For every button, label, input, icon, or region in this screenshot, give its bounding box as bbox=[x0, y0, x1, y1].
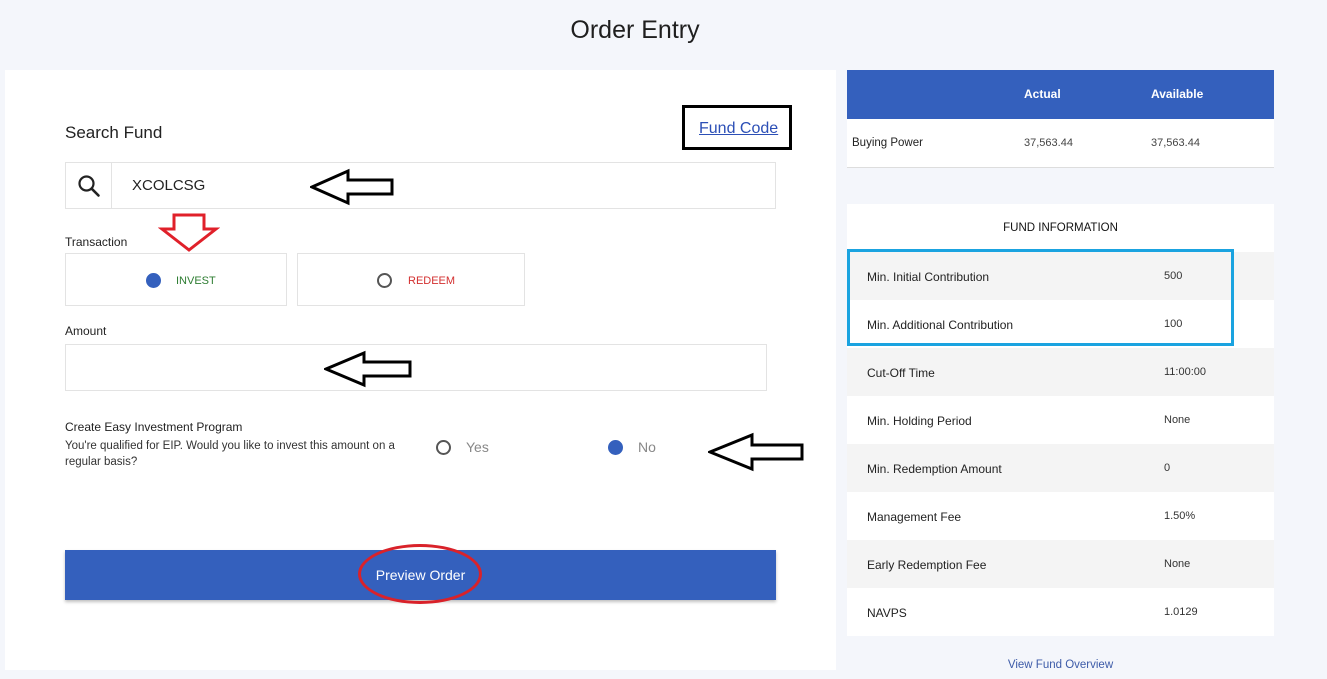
redeem-label: REDEEM bbox=[408, 275, 456, 287]
fund-info-label: Min. Additional Contribution bbox=[867, 318, 1014, 332]
fund-info-label: Management Fee bbox=[867, 510, 962, 524]
eip-description: You're qualified for EIP. Would you like… bbox=[65, 440, 395, 468]
fund-info-label: Early Redemption Fee bbox=[867, 558, 987, 572]
fund-info-row: NAVPS 1.0129 bbox=[847, 588, 1274, 636]
fund-info-value: 0 bbox=[1164, 462, 1171, 474]
search-icon[interactable] bbox=[66, 163, 112, 208]
view-fund-overview-link[interactable]: View Fund Overview bbox=[847, 659, 1274, 671]
fund-info-value: None bbox=[1164, 414, 1191, 426]
amount-field[interactable] bbox=[65, 344, 767, 391]
buying-power-available: 37,563.44 bbox=[1151, 137, 1200, 149]
fund-info-row: Early Redemption Fee None bbox=[847, 540, 1274, 588]
invest-radio[interactable] bbox=[146, 273, 161, 288]
invest-label: INVEST bbox=[176, 275, 216, 287]
fund-info-label: Cut-Off Time bbox=[867, 366, 935, 380]
fund-info-row: Min. Initial Contribution 500 bbox=[847, 252, 1274, 300]
fund-info-row: Min. Additional Contribution 100 bbox=[847, 300, 1274, 348]
redeem-radio[interactable] bbox=[377, 273, 392, 288]
fund-info-label: NAVPS bbox=[867, 606, 907, 620]
eip-no-label[interactable]: No bbox=[638, 439, 656, 455]
fund-info-value: 500 bbox=[1164, 270, 1183, 282]
search-fund-title: Search Fund bbox=[65, 123, 163, 142]
fund-information-title: FUND INFORMATION bbox=[1003, 222, 1118, 234]
fund-info-value: 100 bbox=[1164, 318, 1183, 330]
amount-label: Amount bbox=[65, 324, 107, 338]
invest-option[interactable]: INVEST bbox=[65, 253, 287, 306]
fund-info-row: Cut-Off Time 11:00:00 bbox=[847, 348, 1274, 396]
fund-info-row: Min. Redemption Amount 0 bbox=[847, 444, 1274, 492]
fund-code-link[interactable]: Fund Code bbox=[699, 120, 778, 138]
fund-search-input[interactable] bbox=[113, 163, 773, 208]
fund-info-label: Min. Holding Period bbox=[867, 414, 972, 428]
buying-power-row: Buying Power 37,563.44 37,563.44 bbox=[847, 119, 1274, 168]
fund-info-row: Management Fee 1.50% bbox=[847, 492, 1274, 540]
amount-input[interactable] bbox=[66, 345, 766, 390]
eip-yes-label[interactable]: Yes bbox=[466, 439, 489, 455]
available-header: Available bbox=[1151, 87, 1204, 101]
buying-power-label: Buying Power bbox=[852, 137, 923, 149]
fund-information-header: FUND INFORMATION bbox=[847, 204, 1274, 252]
actual-header: Actual bbox=[1024, 87, 1061, 101]
buying-power-actual: 37,563.44 bbox=[1024, 137, 1073, 149]
fund-info-value: 1.0129 bbox=[1164, 606, 1198, 618]
fund-info-value: 1.50% bbox=[1164, 510, 1196, 522]
fund-info-value: None bbox=[1164, 558, 1191, 570]
eip-no-radio[interactable] bbox=[608, 440, 623, 455]
buying-power-header: Actual Available bbox=[847, 70, 1274, 119]
fund-info-label: Min. Redemption Amount bbox=[867, 462, 1002, 476]
fund-info-label: Min. Initial Contribution bbox=[867, 270, 990, 284]
order-form-panel: Search Fund Fund Code Transaction INVEST… bbox=[5, 70, 836, 670]
eip-title: Create Easy Investment Program bbox=[65, 420, 243, 434]
eip-yes-radio[interactable] bbox=[436, 440, 451, 455]
preview-order-button[interactable]: Preview Order bbox=[65, 550, 776, 600]
page-title: Order Entry bbox=[570, 16, 700, 44]
redeem-option[interactable]: REDEEM bbox=[297, 253, 525, 306]
transaction-label: Transaction bbox=[65, 235, 128, 249]
fund-info-value: 11:00:00 bbox=[1164, 366, 1207, 378]
fund-search-box bbox=[65, 162, 776, 209]
fund-info-row: Min. Holding Period None bbox=[847, 396, 1274, 444]
